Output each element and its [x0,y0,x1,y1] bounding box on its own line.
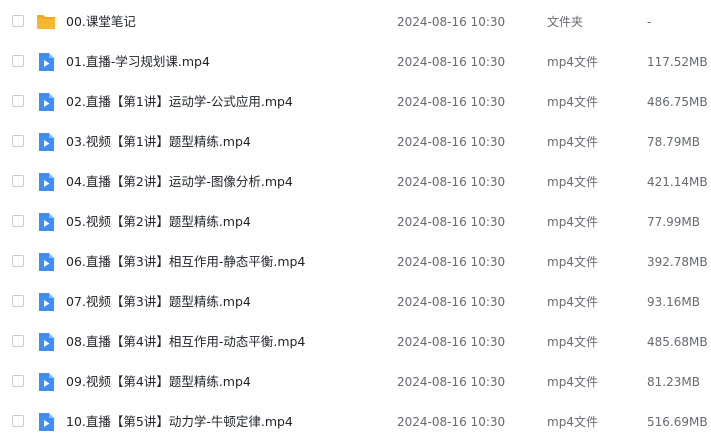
file-type: mp4文件 [547,55,598,69]
file-size: 486.75MB [647,95,708,109]
file-row[interactable]: 02.直播【第1讲】运动学-公式应用.mp4 2024-08-16 10:30 … [0,82,711,122]
file-size: 77.99MB [647,215,700,229]
folder-icon [36,12,56,32]
file-row[interactable]: 01.直播-学习规划课.mp4 2024-08-16 10:30 mp4文件 1… [0,42,711,82]
file-type: mp4文件 [547,295,598,309]
file-date: 2024-08-16 10:30 [397,175,506,189]
file-name[interactable]: 09.视频【第4讲】题型精练.mp4 [66,362,251,402]
file-date: 2024-08-16 10:30 [397,295,506,309]
file-size: 392.78MB [647,255,708,269]
file-row[interactable]: 03.视频【第1讲】题型精练.mp4 2024-08-16 10:30 mp4文… [0,122,711,162]
file-row[interactable]: 00.课堂笔记 2024-08-16 10:30 文件夹 - [0,2,711,42]
file-name[interactable]: 01.直播-学习规划课.mp4 [66,42,210,82]
file-type: mp4文件 [547,175,598,189]
video-file-icon [36,252,56,272]
video-file-icon [36,412,56,432]
video-file-icon [36,92,56,112]
file-date: 2024-08-16 10:30 [397,15,506,29]
file-name[interactable]: 00.课堂笔记 [66,2,136,42]
row-checkbox[interactable] [12,95,24,107]
file-type: mp4文件 [547,415,598,429]
file-row[interactable]: 06.直播【第3讲】相互作用-静态平衡.mp4 2024-08-16 10:30… [0,242,711,282]
file-size: 93.16MB [647,295,700,309]
file-type: mp4文件 [547,95,598,109]
row-checkbox[interactable] [12,215,24,227]
file-name[interactable]: 08.直播【第4讲】相互作用-动态平衡.mp4 [66,322,305,362]
file-row[interactable]: 04.直播【第2讲】运动学-图像分析.mp4 2024-08-16 10:30 … [0,162,711,202]
file-date: 2024-08-16 10:30 [397,55,506,69]
file-name[interactable]: 10.直播【第5讲】动力学-牛顿定律.mp4 [66,402,293,436]
row-checkbox[interactable] [12,415,24,427]
video-file-icon [36,172,56,192]
file-row[interactable]: 05.视频【第2讲】题型精练.mp4 2024-08-16 10:30 mp4文… [0,202,711,242]
row-checkbox[interactable] [12,55,24,67]
file-size: 81.23MB [647,375,700,389]
file-type: mp4文件 [547,135,598,149]
file-type: mp4文件 [547,255,598,269]
video-file-icon [36,372,56,392]
row-checkbox[interactable] [12,335,24,347]
row-checkbox[interactable] [12,375,24,387]
file-name[interactable]: 05.视频【第2讲】题型精练.mp4 [66,202,251,242]
file-name[interactable]: 02.直播【第1讲】运动学-公式应用.mp4 [66,82,293,122]
row-checkbox[interactable] [12,135,24,147]
file-date: 2024-08-16 10:30 [397,215,506,229]
file-date: 2024-08-16 10:30 [397,135,506,149]
row-checkbox[interactable] [12,175,24,187]
file-row[interactable]: 09.视频【第4讲】题型精练.mp4 2024-08-16 10:30 mp4文… [0,362,711,402]
video-file-icon [36,212,56,232]
video-file-icon [36,52,56,72]
file-name[interactable]: 07.视频【第3讲】题型精练.mp4 [66,282,251,322]
file-size: 78.79MB [647,135,700,149]
file-row[interactable]: 08.直播【第4讲】相互作用-动态平衡.mp4 2024-08-16 10:30… [0,322,711,362]
file-size: 117.52MB [647,55,708,69]
file-row[interactable]: 07.视频【第3讲】题型精练.mp4 2024-08-16 10:30 mp4文… [0,282,711,322]
file-type: mp4文件 [547,375,598,389]
video-file-icon [36,332,56,352]
file-type: mp4文件 [547,215,598,229]
file-name[interactable]: 06.直播【第3讲】相互作用-静态平衡.mp4 [66,242,305,282]
file-date: 2024-08-16 10:30 [397,335,506,349]
file-name[interactable]: 04.直播【第2讲】运动学-图像分析.mp4 [66,162,293,202]
file-size: 485.68MB [647,335,708,349]
row-checkbox[interactable] [12,255,24,267]
video-file-icon [36,292,56,312]
file-type: mp4文件 [547,335,598,349]
file-date: 2024-08-16 10:30 [397,375,506,389]
file-date: 2024-08-16 10:30 [397,415,506,429]
file-type: 文件夹 [547,15,584,29]
file-size: 421.14MB [647,175,708,189]
file-date: 2024-08-16 10:30 [397,255,506,269]
row-checkbox[interactable] [12,15,24,27]
video-file-icon [36,132,56,152]
row-checkbox[interactable] [12,295,24,307]
file-size: - [647,15,652,29]
file-name[interactable]: 03.视频【第1讲】题型精练.mp4 [66,122,251,162]
file-date: 2024-08-16 10:30 [397,95,506,109]
file-row[interactable]: 10.直播【第5讲】动力学-牛顿定律.mp4 2024-08-16 10:30 … [0,402,711,436]
file-list: 00.课堂笔记 2024-08-16 10:30 文件夹 - 01.直播-学习规… [0,0,711,436]
file-size: 516.69MB [647,415,708,429]
